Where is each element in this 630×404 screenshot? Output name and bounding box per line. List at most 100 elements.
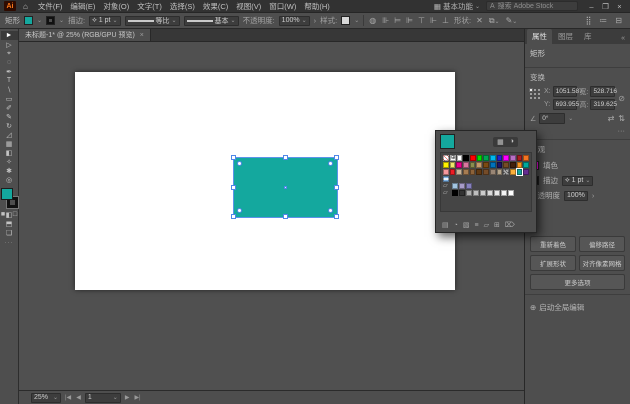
swatch-0-11[interactable] [516,155,523,161]
controlbar-right-icon-1[interactable]: ≔ [598,16,608,25]
isolate-icon[interactable]: ⧉⌄ [488,16,501,26]
edit-toolbar-icon[interactable]: ··· [5,240,14,246]
rotate-tool[interactable]: ↻ [1,121,18,130]
menu-item-1[interactable]: 编辑(E) [66,1,99,12]
tab-图层[interactable]: 图层 [553,29,578,44]
swatch-1-6[interactable] [483,162,489,168]
zoom-tool[interactable]: ◎ [1,175,18,184]
chevron-down-icon[interactable]: ⌄ [59,17,64,24]
current-fill-swatch[interactable] [440,134,455,149]
mesh-tool[interactable]: ▦ [1,139,18,148]
home-icon[interactable]: ⌂ [23,2,28,11]
color-group-folder-icon[interactable]: ▱ [443,183,451,189]
swatch-g0-1[interactable] [459,183,465,189]
align-icon-4[interactable]: ⊩ [429,16,438,25]
swatch-1-8[interactable] [496,162,503,168]
menu-item-8[interactable]: 帮助(H) [300,1,333,12]
opacity-arrow-icon[interactable]: › [592,191,595,200]
width-input[interactable]: 528.716 [590,86,617,97]
close-tab-icon[interactable]: × [140,32,144,39]
opacity-select[interactable]: 100% ⌄ [278,15,310,26]
swatch-1-0[interactable] [443,162,449,168]
none-button[interactable]: □ [13,210,18,219]
swatch-1-4[interactable] [469,162,476,168]
swatch-0-2[interactable] [456,155,463,161]
swatch-1-10[interactable] [509,162,516,168]
align-icon-5[interactable]: ⊥ [441,16,450,25]
swatch-options-icon[interactable]: ≡ [474,222,478,229]
transform-more-options-icon[interactable]: ··· [530,126,626,135]
new-color-group-icon[interactable]: ▱ [484,221,489,229]
menu-item-7[interactable]: 窗口(W) [265,1,300,12]
magic-wand-tool[interactable]: ⌖ [1,49,18,58]
swatch-2-3[interactable] [463,169,469,175]
align-icon-0[interactable]: ⊪ [381,16,390,25]
document-tab[interactable]: 未标题-1* @ 25% (RGB/GPU 预览) × [19,29,151,41]
x-input[interactable]: 1051.587 [552,86,583,97]
menu-item-5[interactable]: 效果(C) [199,1,232,12]
line-segment-tool[interactable]: ∖ [1,85,18,94]
new-swatch-icon[interactable]: ⊞ [494,221,500,229]
flip-horizontal-icon[interactable]: ⇄ [608,114,615,123]
selection-handle-2[interactable] [334,155,339,160]
delete-swatch-icon[interactable]: ⌦ [505,221,515,229]
swatch-2-4[interactable] [469,169,476,175]
height-input[interactable]: 319.625 [590,99,617,110]
app-logo-icon[interactable]: Ai [4,1,16,11]
swatch-0-8[interactable] [496,155,503,161]
gradient-tool[interactable]: ◧ [1,148,18,157]
stroke-color-swatch[interactable] [46,16,56,25]
swatch-registration[interactable]: ⊕ [449,155,456,161]
swatch-g1-0[interactable] [452,190,458,196]
variable-width-profile-select[interactable]: 等比 ⌄ [124,15,180,26]
collapse-panels-icon[interactable]: « [618,33,628,44]
swatch-0-10[interactable] [510,155,516,161]
menu-item-2[interactable]: 对象(O) [99,1,133,12]
align-icon-3[interactable]: ⊤ [417,16,426,25]
swatch-2-0[interactable] [443,169,449,175]
add-from-cc-icon[interactable]: ◔ [454,222,458,229]
menu-item-3[interactable]: 文字(T) [133,1,166,12]
reference-point-locator[interactable] [529,88,541,100]
workspace-switcher[interactable]: ▦ 基本功能 ⌄ [431,1,483,12]
swatch-2-6[interactable] [483,169,489,175]
selection-handle-4[interactable] [334,184,339,190]
swatch-none[interactable] [443,155,449,161]
swatch-0-12[interactable] [523,155,530,161]
menu-item-6[interactable]: 视图(V) [232,1,265,12]
controlbar-right-icon-0[interactable]: ⣿ [584,16,592,25]
adobe-stock-search-input[interactable]: A 搜索 Adobe Stock [486,1,578,11]
swatch-pattern[interactable] [503,169,509,175]
swatch-g1-1[interactable] [459,190,465,196]
swatch-1-7[interactable] [489,162,496,168]
tab-属性[interactable]: 属性 [527,29,552,44]
swatch-2-10[interactable] [509,169,516,175]
controlbar-right-icon-2[interactable]: ⊟ [614,16,623,25]
selection-handle-5[interactable] [231,214,236,219]
quick-action-button-3[interactable]: 对齐像素网格 [579,255,625,271]
rectangle-tool[interactable]: ▭ [1,94,18,103]
close-window-icon[interactable]: × [613,2,626,11]
menu-item-4[interactable]: 选择(S) [166,1,199,12]
swatch-1-9[interactable] [503,162,509,168]
swatch-g0-2[interactable] [466,183,472,189]
selection-handle-3[interactable] [231,184,236,190]
swatches-view-icon[interactable]: ▦ [495,138,506,146]
swatch-2-5[interactable] [476,169,483,175]
swatch-2-1[interactable] [449,169,456,175]
y-input[interactable]: 693.955 [552,99,579,110]
swatch-g1-3[interactable] [473,190,479,196]
swatch-g1-2[interactable] [466,190,472,196]
fill-proxy[interactable] [0,188,13,200]
tab-库[interactable]: 库 [579,29,597,44]
transform-icon[interactable]: ✕ [475,16,484,25]
swatch-2-8[interactable] [496,169,503,175]
chevron-down-icon[interactable]: ⌄ [568,115,573,122]
prev-artboard-icon[interactable]: ◀ [75,394,82,401]
swatch-1-2[interactable] [456,162,463,168]
paintbrush-tool[interactable]: ✐ [1,103,18,112]
swatch-0-7[interactable] [490,155,496,161]
swatch-0-9[interactable] [503,155,510,161]
show-kinds-icon[interactable]: ▧ [463,221,470,229]
corner-widget-2[interactable] [237,208,242,213]
